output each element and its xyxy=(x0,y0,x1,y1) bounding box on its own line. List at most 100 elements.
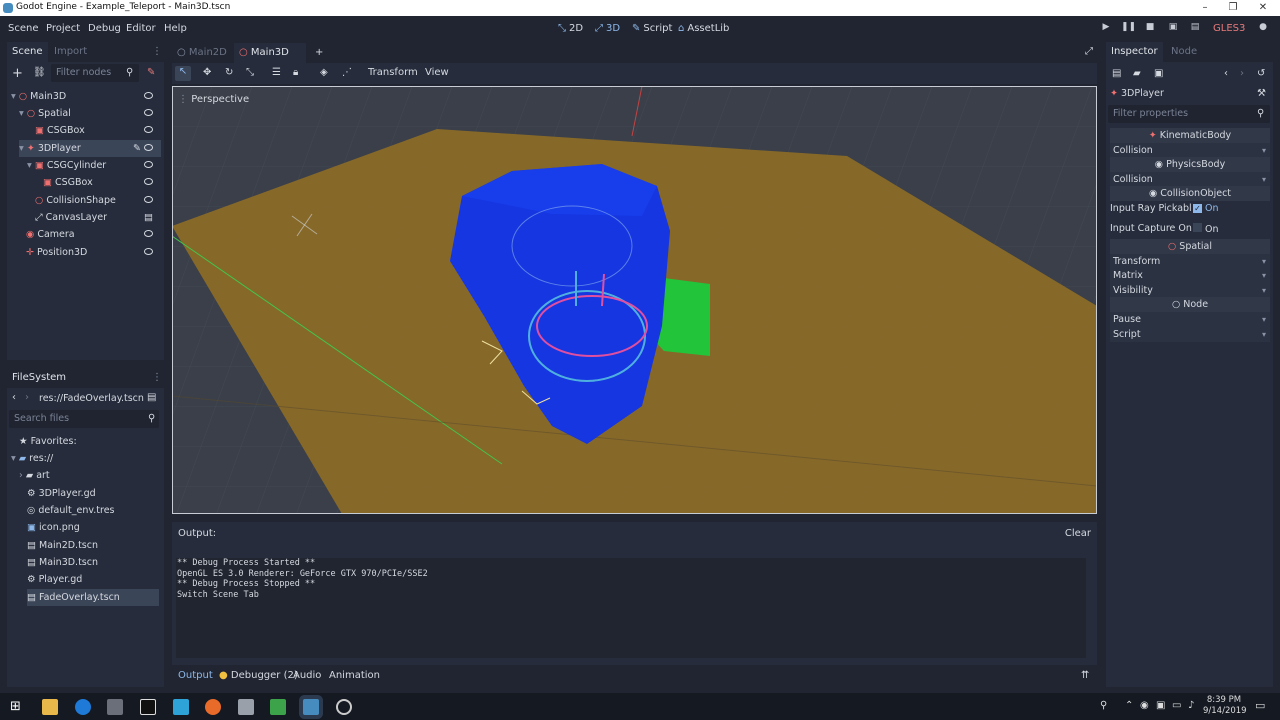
visibility-eye-icon[interactable] xyxy=(144,196,153,203)
link-icon[interactable]: ⛓ xyxy=(33,67,46,78)
play-custom-scene-icon[interactable]: ▤ xyxy=(1188,22,1202,36)
prop-collision-1[interactable]: Collision ▾ xyxy=(1110,143,1270,158)
tab-scene[interactable]: Scene xyxy=(7,42,48,62)
ray-pickable-checkbox[interactable]: ✓ On xyxy=(1193,203,1219,214)
tree-item-camera[interactable]: ◉ Camera xyxy=(26,226,161,243)
prop-script[interactable]: Script ▾ xyxy=(1110,327,1270,342)
menu-help[interactable]: Help xyxy=(164,23,187,34)
prop-pause[interactable]: Pause ▾ xyxy=(1110,312,1270,327)
bottom-tab-audio[interactable]: Audio xyxy=(293,670,321,681)
prop-transform[interactable]: Transform ▾ xyxy=(1110,254,1270,269)
terminal-icon[interactable] xyxy=(140,699,156,715)
play-icon[interactable]: ▶ xyxy=(1099,22,1113,36)
godot-taskbar-icon[interactable] xyxy=(303,699,319,715)
3d-viewport[interactable]: ⋮ Perspective xyxy=(172,86,1097,514)
tab-inspector[interactable]: Inspector xyxy=(1106,42,1163,62)
network-icon[interactable]: ▭ xyxy=(1172,700,1181,711)
scene-tab-main3d[interactable]: ○ Main3D ✕ xyxy=(234,43,306,78)
renderer-selector[interactable]: GLES3 xyxy=(1213,23,1245,34)
history-back-icon[interactable]: ‹ xyxy=(1224,68,1228,79)
pause-icon[interactable]: ❚❚ xyxy=(1121,22,1136,36)
lock-icon[interactable]: 🔒︎ xyxy=(293,67,298,78)
bottom-tab-output[interactable]: Output xyxy=(178,670,213,681)
prop-collision-2[interactable]: Collision ▾ xyxy=(1110,172,1270,187)
view-menu[interactable]: View xyxy=(425,67,449,78)
tree-item-3dplayer[interactable]: ▾ ✦ 3DPlayer ✎ xyxy=(19,140,161,157)
add-node-icon[interactable]: + xyxy=(12,66,23,81)
minimize-button[interactable]: – xyxy=(1190,0,1220,16)
transform-menu[interactable]: Transform xyxy=(368,67,418,78)
dock-menu-icon[interactable]: ⋮ xyxy=(152,372,162,383)
dock-menu-icon[interactable]: ⋮ xyxy=(152,46,162,57)
file-main3d-tscn[interactable]: ▤ Main3D.tscn xyxy=(27,554,98,571)
split-view-icon[interactable]: ▤ xyxy=(147,392,156,403)
paper-plane-icon[interactable] xyxy=(173,699,189,715)
notifications-icon[interactable]: ▭ xyxy=(1255,699,1265,712)
res-root-item[interactable]: ▾ ▰ res:// xyxy=(11,450,53,467)
visibility-eye-icon[interactable] xyxy=(144,230,153,237)
tree-item-main3d[interactable]: ▾ ○ Main3D xyxy=(11,88,161,105)
visibility-eye-icon[interactable] xyxy=(144,248,153,255)
visibility-eye-icon[interactable] xyxy=(144,161,153,168)
app-cube-icon[interactable] xyxy=(107,699,123,715)
open-resource-icon[interactable]: ▰ xyxy=(1133,68,1141,79)
maximize-button[interactable]: ❐ xyxy=(1218,0,1248,16)
obs-icon[interactable] xyxy=(336,699,352,715)
tree-item-spatial[interactable]: ▾ ○ Spatial xyxy=(19,105,161,122)
viewport-mode-label[interactable]: ⋮ Perspective xyxy=(178,94,249,105)
save-resource-icon[interactable]: ▣ xyxy=(1154,68,1163,79)
tray-chevron-icon[interactable]: ⌃ xyxy=(1125,700,1133,711)
stop-icon[interactable]: ■ xyxy=(1143,22,1157,36)
distraction-free-icon[interactable]: ⤢ xyxy=(1085,46,1093,57)
output-log[interactable]: ** Debug Process Started ** OpenGL ES 3.… xyxy=(176,558,1086,658)
expand-panel-icon[interactable]: ⇈ xyxy=(1081,670,1089,681)
play-scene-icon[interactable]: ▣ xyxy=(1166,22,1180,36)
move-mode-icon[interactable]: ✥ xyxy=(203,67,211,78)
favorites-item[interactable]: ★ Favorites: xyxy=(19,433,77,450)
workspace-2d-button[interactable]: ⤡ 2D xyxy=(558,23,583,34)
clear-output-button[interactable]: Clear xyxy=(1065,528,1091,539)
tab-node[interactable]: Node xyxy=(1166,42,1202,62)
history-forward-icon[interactable]: › xyxy=(1240,68,1244,79)
tray-app-icon[interactable]: ▣ xyxy=(1156,700,1165,711)
new-resource-icon[interactable]: ▤ xyxy=(1112,68,1121,79)
menu-editor[interactable]: Editor xyxy=(126,23,156,34)
scene-tab-main2d[interactable]: ○ Main2D xyxy=(172,43,232,63)
file-icon-png[interactable]: ▣ icon.png xyxy=(27,519,80,536)
app-icon[interactable] xyxy=(238,699,254,715)
notepad-icon[interactable] xyxy=(270,699,286,715)
file-main2d-tscn[interactable]: ▤ Main2D.tscn xyxy=(27,537,98,554)
new-tab-button[interactable]: + xyxy=(310,43,328,63)
clock[interactable]: 8:39 PM 9/14/2019 xyxy=(1203,695,1247,717)
list-select-icon[interactable]: ☰ xyxy=(272,67,281,78)
local-space-icon[interactable]: ◈ xyxy=(320,67,328,78)
script-icon[interactable]: ✎ xyxy=(133,140,141,157)
select-mode-icon[interactable]: ↖ xyxy=(175,66,191,81)
steam-tray-icon[interactable]: ◉ xyxy=(1140,700,1149,711)
people-icon[interactable]: ⚲ xyxy=(1100,700,1107,711)
filter-properties-input[interactable]: Filter properties xyxy=(1108,105,1270,123)
object-properties-icon[interactable]: ⚒ xyxy=(1257,88,1266,99)
visibility-eye-icon[interactable] xyxy=(144,178,153,185)
folder-art-item[interactable]: › ▰ art xyxy=(19,467,50,484)
firefox-icon[interactable] xyxy=(205,699,221,715)
menu-scene[interactable]: Scene xyxy=(8,23,39,34)
file-player-gd[interactable]: ⚙ Player.gd xyxy=(27,571,82,588)
close-window-button[interactable]: ✕ xyxy=(1248,0,1278,16)
windows-start-icon[interactable]: ⊞ xyxy=(10,699,21,714)
search-files-input[interactable]: Search files xyxy=(9,410,159,428)
volume-icon[interactable]: ♪ xyxy=(1188,700,1194,711)
script-attach-icon[interactable]: ✎ xyxy=(147,67,155,78)
snap-icon[interactable]: ⋰ xyxy=(342,67,352,78)
file-explorer-icon[interactable] xyxy=(42,699,58,715)
canvas-visibility-icon[interactable]: ▤ xyxy=(144,209,153,226)
workspace-assetlib-button[interactable]: ⌂ AssetLib xyxy=(678,23,729,34)
rotate-mode-icon[interactable]: ↻ xyxy=(225,67,233,78)
visibility-eye-icon[interactable] xyxy=(144,109,153,116)
tree-item-canvaslayer[interactable]: ⤢ CanvasLayer ▤ xyxy=(35,209,161,226)
visibility-eye-icon[interactable] xyxy=(144,126,153,133)
edge-icon[interactable] xyxy=(75,699,91,715)
file-fadeoverlay-tscn[interactable]: ▤ FadeOverlay.tscn xyxy=(27,589,159,606)
tree-item-csgcylinder[interactable]: ▾ ▣ CSGCylinder xyxy=(27,157,161,174)
visibility-eye-icon[interactable] xyxy=(144,92,153,99)
